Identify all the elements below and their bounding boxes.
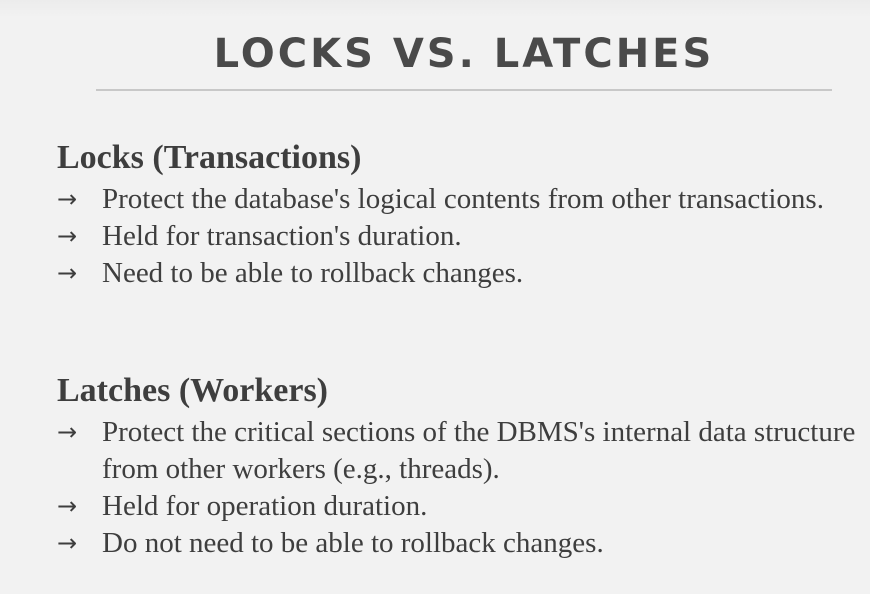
bullet-text: Held for transaction's duration. (102, 220, 462, 252)
bullet-list-locks: → Protect the database's logical content… (57, 181, 857, 292)
list-item: → Held for operation duration. (57, 488, 857, 525)
right-arrow-icon: → (57, 492, 78, 520)
list-item: → Held for transaction's duration. (57, 218, 857, 255)
list-item: → Need to be able to rollback changes. (57, 255, 857, 292)
right-arrow-icon: → (57, 418, 78, 446)
right-arrow-icon: → (57, 222, 78, 250)
right-arrow-icon: → (57, 259, 78, 287)
right-arrow-icon: → (57, 185, 78, 213)
bullet-text: Need to be able to rollback changes. (102, 257, 524, 289)
list-item: → Do not need to be able to rollback cha… (57, 525, 857, 562)
bullet-list-latches: → Protect the critical sections of the D… (57, 414, 857, 562)
right-arrow-icon: → (57, 529, 78, 557)
section-heading-locks: Locks (Transactions) (57, 139, 362, 176)
bullet-text: Do not need to be able to rollback chang… (102, 527, 604, 559)
bullet-text: Protect the critical sections of the DBM… (102, 416, 856, 485)
list-item: → Protect the critical sections of the D… (57, 414, 857, 488)
title-divider (96, 89, 832, 91)
bullet-text: Protect the database's logical contents … (102, 183, 824, 215)
bullet-text: Held for operation duration. (102, 490, 428, 522)
slide: LOCKS VS. LATCHES Locks (Transactions) →… (0, 0, 870, 594)
section-locks: Locks (Transactions) → Protect the datab… (57, 137, 857, 292)
slide-title: LOCKS VS. LATCHES (213, 31, 715, 77)
section-heading-latches: Latches (Workers) (57, 372, 329, 409)
section-latches: Latches (Workers) → Protect the critical… (57, 370, 857, 562)
list-item: → Protect the database's logical content… (57, 181, 857, 218)
